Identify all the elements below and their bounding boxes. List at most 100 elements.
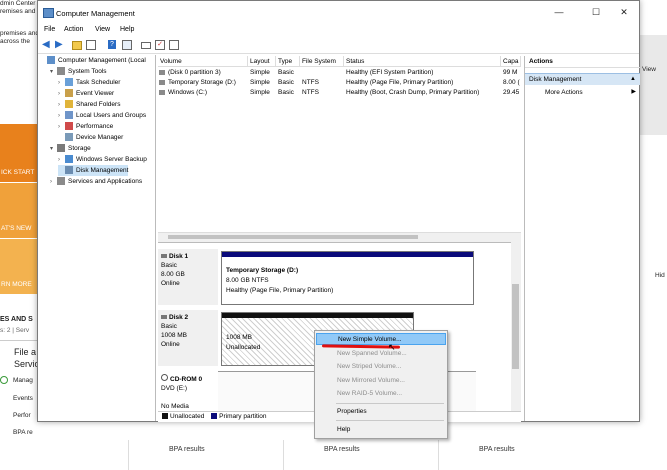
column-header-capacity[interactable]: Capa [501,56,521,67]
tree-item[interactable]: Computer Management (Local [40,55,146,66]
table-cell: Temporary Storage (D:) [168,79,236,86]
collapse-icon[interactable]: ▲ [630,74,636,85]
scroll-thumb[interactable] [512,284,519,369]
tree-item[interactable]: › Performance [58,121,113,132]
learn-more-label: RN MORE [1,281,32,288]
help-icon[interactable]: ? [108,40,116,49]
device-icon [65,133,73,142]
menu-item-new-simple-volume[interactable]: New Simple Volume... [316,333,446,345]
volume-list: Volume Layout Type File System Status Ca… [158,56,521,234]
file-services-title: File a [14,347,37,357]
forward-icon[interactable]: ▶ [55,40,65,50]
minimize-button[interactable]: — [549,7,569,17]
maximize-button[interactable]: ☐ [586,7,606,18]
side-item[interactable]: BPA re [13,429,33,436]
disk-name: Disk 2 [161,313,215,322]
menu-item-new-raid5-volume[interactable]: New RAID-5 Volume... [316,388,446,400]
folder-up-icon[interactable] [72,41,82,50]
hide-link[interactable]: Hid [655,272,665,279]
connect-icon[interactable] [141,42,151,49]
tree-item-label: Local Users and Groups [76,112,147,119]
bg-text-line: remises and [0,8,36,15]
side-item[interactable]: Manag [13,377,33,384]
navigation-tree: Computer Management (Local ▾ System Tools ›… [38,55,156,421]
table-cell: Basic [278,89,294,96]
storage-icon [57,144,65,153]
roles-title: ES AND S [0,316,33,323]
tree-item-label: Storage [68,145,91,152]
actions-section-disk-management[interactable]: Disk Management ▲ [525,73,640,85]
menu-item-new-spanned-volume[interactable]: New Spanned Volume... [316,348,446,360]
table-cell: Basic [278,79,294,86]
tree-item[interactable]: › Windows Server Backup [58,154,147,165]
disk-status: Online [161,341,180,348]
column-header-layout[interactable]: Layout [248,56,276,67]
column-header-status[interactable]: Status [344,56,501,67]
roles-subtitle: s: 2 | Serv [0,327,30,334]
menu-action[interactable]: Action [64,26,83,33]
title-bar[interactable]: Computer Management — ☐ ✕ [38,1,639,23]
tools-icon [57,67,65,76]
tree-item-label: Shared Folders [76,101,121,108]
menu-help[interactable]: Help [120,26,134,33]
disk-type: Basic [161,323,177,330]
tree-item[interactable]: › Shared Folders [58,99,120,110]
disk-2-label[interactable]: Disk 2 Basic 1008 MB Online [158,310,218,366]
disk-1-label[interactable]: Disk 1 Basic 8.00 GB Online [158,249,218,305]
tree-item[interactable]: › Services and Applications [50,176,142,187]
menu-item-properties[interactable]: Properties [316,406,446,418]
volume-icon [159,90,165,95]
tree-item-label: Task Scheduler [76,79,121,86]
menu-item-new-mirrored-volume[interactable]: New Mirrored Volume... [316,375,446,387]
cdrom-label[interactable]: CD-ROM 0 DVD (E:) No Media [158,371,218,411]
menu-item-new-striped-volume[interactable]: New Striped Volume... [316,361,446,373]
tree-item[interactable]: › Event Viewer [58,88,114,99]
list-icon[interactable] [169,40,179,50]
temporary-storage-volume[interactable]: Temporary Storage (D:) 8.00 GB NTFS Heal… [221,251,474,305]
unallocated-swatch [162,413,168,420]
tree-item[interactable]: Disk Management [58,165,129,176]
menu-file[interactable]: File [44,26,55,33]
disk-icon [161,315,167,319]
menu-item-help[interactable]: Help [316,424,446,436]
bpa-panel: BPA results [438,440,589,470]
view-link[interactable]: View [642,66,656,73]
column-header-file-system[interactable]: File System [300,56,344,67]
vertical-scrollbar[interactable] [511,242,521,414]
show-tree-icon[interactable] [86,40,96,50]
whats-new-tile[interactable]: AT'S NEW [0,183,40,238]
tree-item[interactable]: › Local Users and Groups [58,110,146,121]
column-header-type[interactable]: Type [276,56,300,67]
tree-item[interactable]: ▾ Storage [50,143,91,154]
side-item[interactable]: Events [13,395,33,402]
more-actions[interactable]: More Actions ▶ [525,87,640,98]
horizontal-scrollbar[interactable] [158,232,521,242]
volume-icon [159,70,165,75]
users-icon [65,111,73,120]
tree-item[interactable]: › Task Scheduler [58,77,120,88]
scroll-thumb[interactable] [168,235,418,239]
tree-item[interactable]: Device Manager [58,132,123,143]
volume-status: Healthy (Page File, Primary Partition) [226,287,334,294]
computer-icon [47,56,55,65]
bpa-panel: BPA results [128,440,279,470]
column-header-volume[interactable]: Volume [158,56,248,67]
properties-icon[interactable] [122,40,132,50]
tree-item[interactable]: ▾ System Tools [50,66,107,77]
disk-status: Online [161,280,180,287]
expand-arrow-icon[interactable]: ▾ [50,67,57,78]
expand-arrow-icon[interactable]: › [50,177,57,188]
volume-status: Unallocated [226,344,261,351]
expand-arrow-icon[interactable]: ▾ [50,144,57,155]
quick-start-tile[interactable]: ICK START [0,124,40,182]
side-item[interactable]: Perfor [13,412,31,419]
learn-more-tile[interactable]: RN MORE [0,239,40,294]
back-icon[interactable]: ◀ [42,40,52,50]
tree-item-label: Disk Management [76,167,129,174]
cdrom-name-text: CD-ROM 0 [170,376,203,383]
close-button[interactable]: ✕ [614,7,634,18]
disk-size: 1008 MB [161,332,188,339]
check-icon[interactable]: ✓ [155,40,165,50]
menu-view[interactable]: View [95,26,110,33]
